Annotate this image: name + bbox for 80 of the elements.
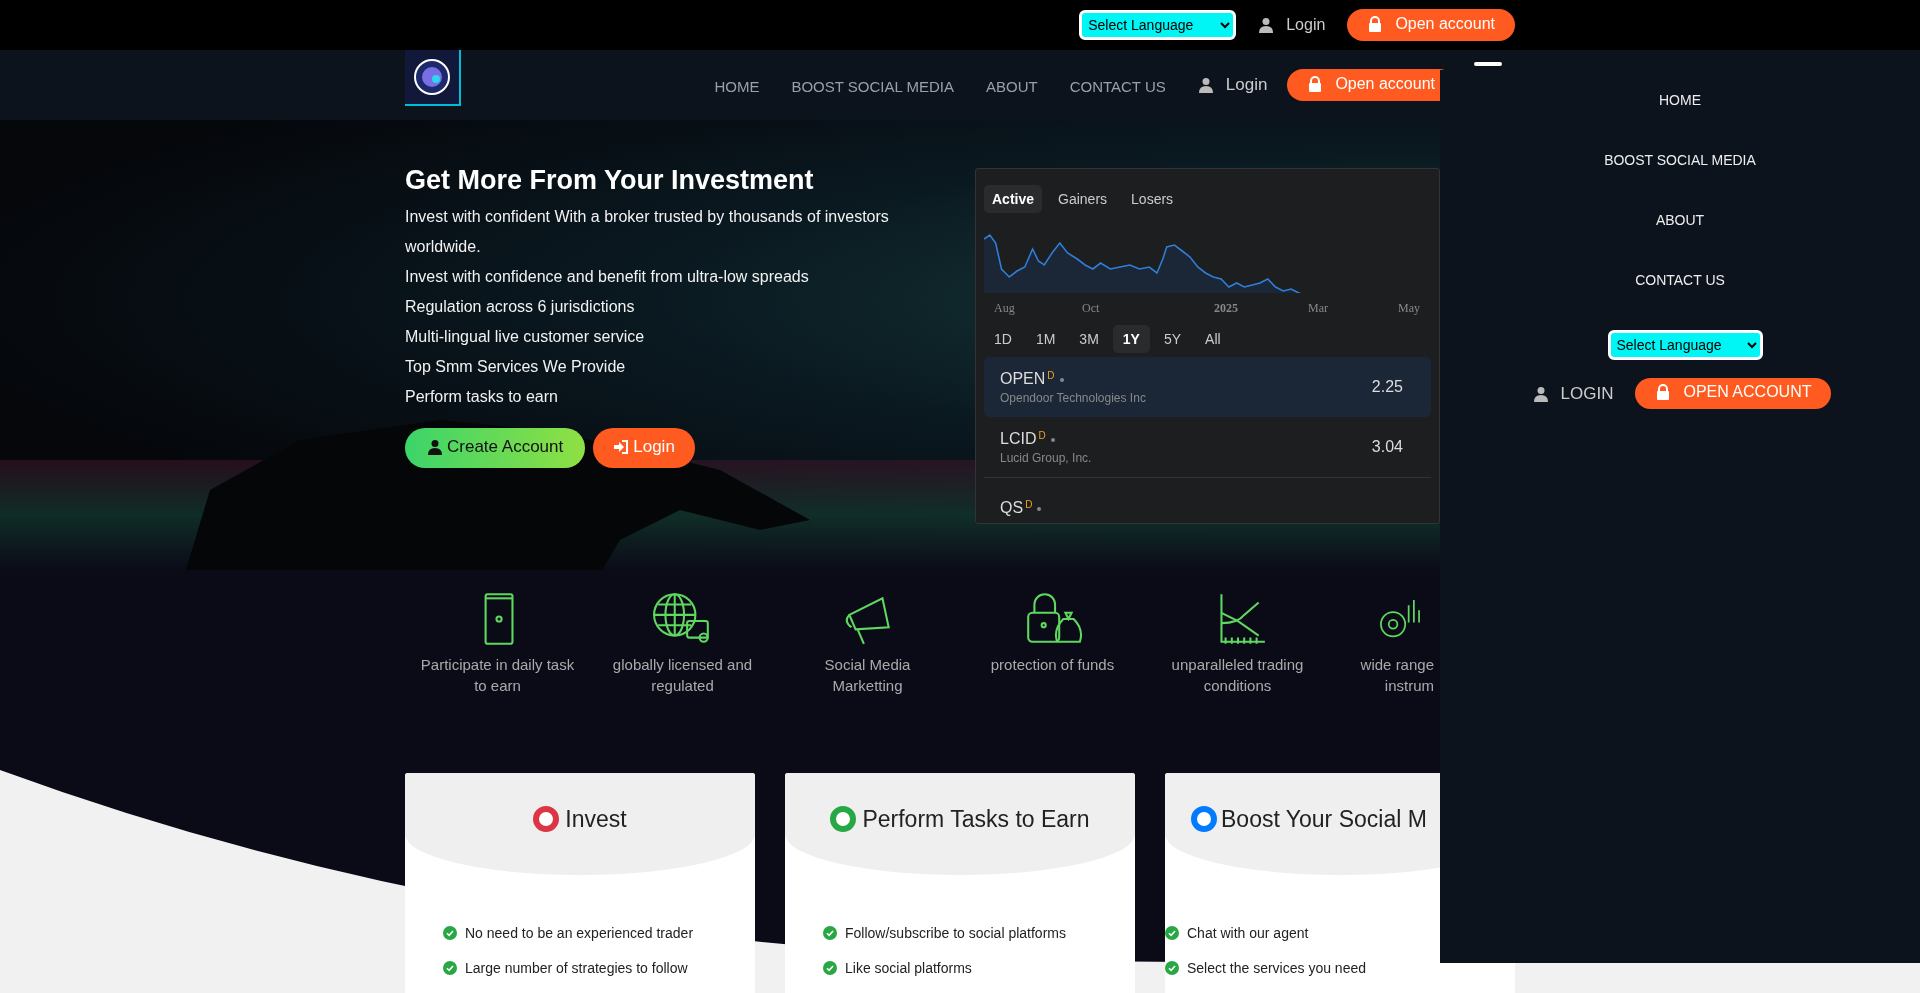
stock-row[interactable]: LCID$^{D}$ Lucid Group, Inc. 3.04 (984, 417, 1431, 478)
menu-link[interactable]: ABOUT (1655, 212, 1705, 272)
card-list-item: Chat with our agent (1187, 924, 1309, 941)
stock-symbol: OPEN (1000, 369, 1046, 388)
range-tab[interactable]: 1M (1025, 325, 1066, 353)
user-icon (1532, 385, 1549, 402)
stock-flag-label: D (1047, 369, 1055, 381)
card-title: Invest (565, 805, 627, 833)
check-circle-icon (823, 925, 837, 940)
stock-price: 2.25 (1371, 378, 1403, 396)
feature-label: globally licensed and regulated (612, 655, 753, 696)
logo[interactable] (405, 50, 461, 106)
card-title: Boost Your Social M (1221, 805, 1427, 833)
lock-icon (1307, 76, 1324, 92)
hero-text: Regulation across 6 jurisdictions (405, 297, 636, 317)
feature-label: unparalleled trading conditions (1171, 655, 1304, 696)
menu-link[interactable]: BOOST SOCIAL MEDIA (1604, 152, 1756, 212)
hero-text: Invest with confident With a broker trusted by thousands of investors worldwide. (405, 207, 890, 257)
menu-link[interactable]: HOME (1659, 92, 1701, 152)
check-circle-icon (443, 960, 457, 975)
hero-text: Invest with confidence and benefit from ultra-low spreads (405, 267, 810, 287)
range-tab[interactable]: 3M (1069, 325, 1109, 353)
company-name: Lucid Group, Inc. (1000, 450, 1092, 465)
login-link[interactable]: LOGIN (1528, 383, 1618, 404)
hero-text: Top Smm Services We Provide (405, 357, 627, 377)
feature-label: wide range instrum (1359, 655, 1434, 696)
login-link[interactable]: Login (1193, 75, 1272, 95)
user-icon (427, 439, 443, 455)
lock-icon (1367, 16, 1384, 32)
feature-label: Social Media Marketting (824, 655, 911, 696)
market-tab[interactable]: Gainers (1050, 185, 1116, 213)
card-list-item: Large number of strategies to follow (465, 959, 688, 976)
range-tab[interactable]: 1Y (1112, 325, 1150, 353)
stock-row[interactable]: QS$^{D}$ (984, 478, 1431, 523)
axis-label: May (1397, 300, 1421, 316)
range-tab[interactable]: All (1195, 325, 1231, 353)
market-tab[interactable]: Active (984, 185, 1043, 213)
stock-row[interactable]: OPEN$^{D}$ Opendoor Technologies Inc 2.25 (984, 357, 1431, 417)
status-dot-icon (1037, 507, 1042, 511)
hero-title: Get More From Your Investment (405, 165, 815, 196)
create-account-button[interactable]: Create Account (405, 428, 586, 468)
check-circle-icon (823, 960, 837, 975)
nav-link[interactable]: ABOUT (985, 77, 1038, 95)
nav-link[interactable]: BOOST SOCIAL MEDIA (791, 77, 954, 95)
range-tab[interactable]: 5Y (1153, 325, 1192, 353)
user-icon (1197, 77, 1214, 93)
axis-label: Mar (1307, 300, 1329, 316)
language-select[interactable]: Select Language (1079, 10, 1237, 40)
market-tab[interactable]: Losers (1123, 185, 1182, 213)
range-tab[interactable]: 1D (984, 325, 1022, 353)
feature-label: protection of funds (990, 655, 1115, 675)
stock-flag-label: D (1038, 429, 1046, 441)
status-dot-icon (1050, 437, 1055, 442)
card-title: Perform Tasks to Earn (862, 805, 1090, 833)
card-list-item: Select the services you need (1187, 959, 1366, 976)
nav-link[interactable]: CONTACT US (1069, 77, 1166, 95)
company-name: Opendoor Technologies Inc (1000, 390, 1146, 405)
feature-label: Participate in daily task to earn (420, 655, 575, 696)
language-select[interactable]: Select Language (1607, 330, 1763, 360)
login-link[interactable]: Login (1254, 16, 1330, 34)
axis-label: Oct (1081, 300, 1101, 316)
card-list-item: No need to be an experienced trader (465, 924, 694, 941)
axis-label: 2025 (1213, 300, 1239, 316)
axis-label: Aug (993, 300, 1016, 316)
stock-price: 3.04 (1371, 438, 1403, 456)
check-circle-icon (443, 925, 457, 940)
card-list-item: Follow/subscribe to social platforms (845, 924, 1066, 941)
card-list-item: Like social platforms (845, 959, 972, 976)
hero-text: Perform tasks to earn (405, 387, 559, 407)
stock-flag-label: D (1025, 499, 1033, 510)
user-icon (1258, 17, 1275, 33)
lock-icon (1655, 384, 1672, 400)
nav-link[interactable]: HOME (714, 77, 760, 95)
status-dot-icon (1059, 377, 1064, 382)
hero-text: Multi-lingual live customer service (405, 327, 646, 347)
menu-link[interactable]: CONTACT US (1635, 272, 1725, 332)
sign-in-icon (613, 439, 630, 455)
stock-symbol: QS (1000, 499, 1024, 517)
menu-icon[interactable] (1474, 62, 1502, 66)
stock-symbol: LCID (1000, 429, 1037, 448)
